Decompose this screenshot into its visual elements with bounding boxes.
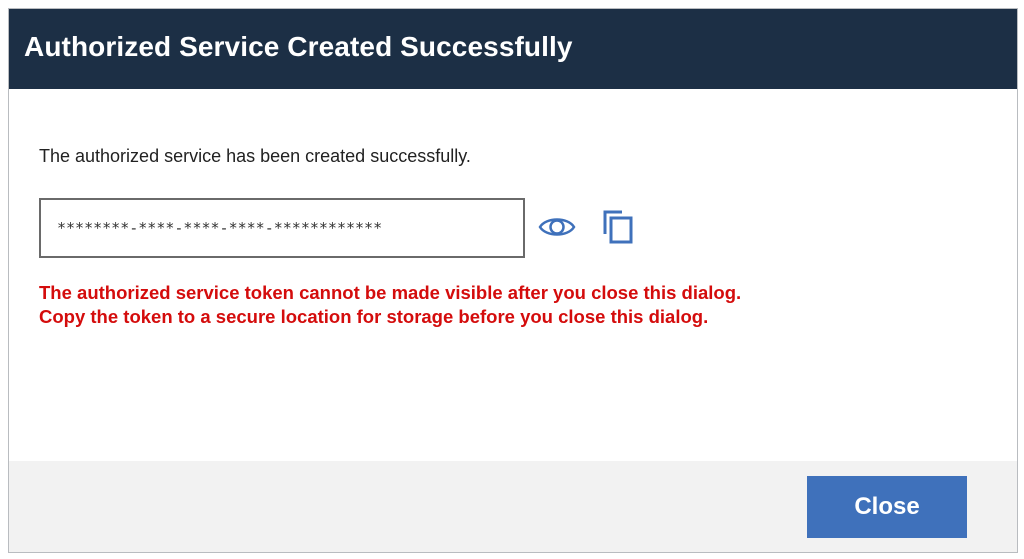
token-warning-line-1: The authorized service token cannot be m… — [39, 282, 742, 303]
show-token-button[interactable] — [537, 212, 577, 242]
token-field[interactable] — [39, 198, 525, 258]
authorized-service-dialog: Authorized Service Created Successfully … — [8, 8, 1018, 553]
dialog-body: The authorized service has been created … — [9, 89, 1017, 461]
dialog-footer: Close — [9, 461, 1017, 552]
eye-icon — [538, 218, 576, 236]
dialog-header: Authorized Service Created Successfully — [9, 9, 1017, 89]
success-message: The authorized service has been created … — [39, 146, 471, 166]
dialog-title: Authorized Service Created Successfully — [24, 31, 573, 62]
token-warning-line-2: Copy the token to a secure location for … — [39, 306, 709, 327]
copy-icon — [603, 210, 633, 244]
copy-token-button[interactable] — [598, 207, 638, 247]
close-button[interactable]: Close — [807, 476, 967, 538]
token-warning: The authorized service token cannot be m… — [39, 281, 741, 329]
